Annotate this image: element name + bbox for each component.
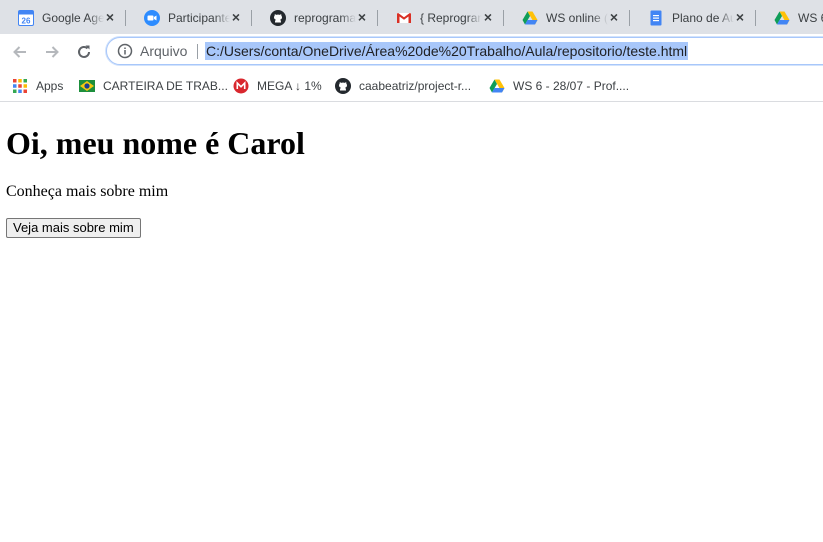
google-drive-icon: [489, 78, 505, 94]
info-icon[interactable]: [117, 43, 133, 59]
tab-title: { Reprograma: [420, 10, 482, 25]
bookmark-apps[interactable]: Apps: [12, 76, 63, 96]
tab-participantes[interactable]: Participantes ×: [126, 4, 252, 31]
google-drive-icon: [522, 10, 538, 26]
google-docs-icon: [648, 10, 664, 26]
bookmark-label: MEGA ↓ 1%: [257, 79, 322, 93]
scheme-label: Arquivo: [140, 43, 188, 59]
tab-plano-de-aula[interactable]: Plano de Aula ×: [630, 4, 756, 31]
tab-ws-online[interactable]: WS online ( ×: [504, 4, 630, 31]
tab-title: reprograma: [294, 10, 356, 25]
calendar-icon: 26: [18, 9, 34, 26]
bookmark-mega[interactable]: MEGA ↓ 1%: [233, 76, 322, 96]
reload-icon: [78, 45, 90, 58]
page-content: Oi, meu nome é Carol Conheça mais sobre …: [0, 103, 823, 542]
bookmark-ws6[interactable]: WS 6 - 28/07 - Prof....: [489, 76, 629, 96]
forward-button[interactable]: [41, 41, 63, 63]
tab-google-agenda[interactable]: 26 Google Agenda ×: [0, 4, 126, 31]
gmail-icon: [396, 10, 412, 26]
url-text-selected[interactable]: C:/Users/conta/OneDrive/Área%20de%20Trab…: [205, 42, 689, 60]
bookmark-label: Apps: [36, 79, 64, 93]
mega-icon: [233, 78, 249, 94]
bookmark-label: WS 6 - 28/07 - Prof....: [513, 79, 630, 93]
tab-reprograma-github[interactable]: reprograma ×: [252, 4, 378, 31]
bookmark-label: CARTEIRA DE TRAB...: [103, 79, 228, 93]
page-paragraph: Conheça mais sobre mim: [6, 183, 169, 200]
back-button[interactable]: [9, 41, 31, 63]
close-icon[interactable]: ×: [607, 10, 621, 24]
tab-title: Google Agenda: [42, 10, 104, 25]
close-icon[interactable]: ×: [733, 10, 747, 24]
arrow-right-icon: [46, 46, 59, 58]
bookmarks-bar: Apps CARTEIRA DE TRAB... MEGA ↓ 1% caabe…: [0, 70, 823, 102]
tab-title: Plano de Aula: [672, 10, 734, 25]
address-bar[interactable]: Arquivo C:/Users/conta/OneDrive/Área%20d…: [106, 37, 823, 65]
tab-reprograma-gmail[interactable]: { Reprograma ×: [378, 4, 504, 31]
github-icon: [335, 78, 351, 94]
bookmark-label: caabeatriz/project-r...: [359, 79, 472, 93]
zoom-video-icon: [144, 9, 160, 26]
browser-toolbar: Arquivo C:/Users/conta/OneDrive/Área%20d…: [0, 34, 823, 70]
github-icon: [270, 9, 286, 26]
tab-title: WS 6: [798, 10, 823, 25]
bookmark-carteira-de-trabalho[interactable]: CARTEIRA DE TRAB...: [79, 76, 228, 96]
veja-mais-button[interactable]: Veja mais sobre mim: [6, 218, 141, 238]
page-heading: Oi, meu nome é Carol: [6, 125, 305, 161]
tab-title: WS online (: [546, 10, 608, 25]
close-icon[interactable]: ×: [355, 10, 369, 24]
arrow-left-icon: [13, 46, 26, 58]
close-icon[interactable]: ×: [481, 10, 495, 24]
apps-grid-icon: [12, 78, 28, 94]
svg-text:26: 26: [22, 16, 31, 25]
omnibox-divider: [197, 44, 198, 59]
tab-ws-6[interactable]: WS 6: [756, 4, 823, 31]
google-drive-icon: [774, 10, 790, 26]
close-icon[interactable]: ×: [229, 10, 243, 24]
tab-strip: 26 Google Agenda × Participantes × repro…: [0, 0, 823, 34]
reload-button[interactable]: [73, 41, 95, 63]
close-icon[interactable]: ×: [103, 10, 117, 24]
bookmark-caabeatriz-project[interactable]: caabeatriz/project-r...: [335, 76, 471, 96]
brazil-flag-icon: [79, 78, 95, 94]
tab-title: Participantes: [168, 10, 230, 25]
